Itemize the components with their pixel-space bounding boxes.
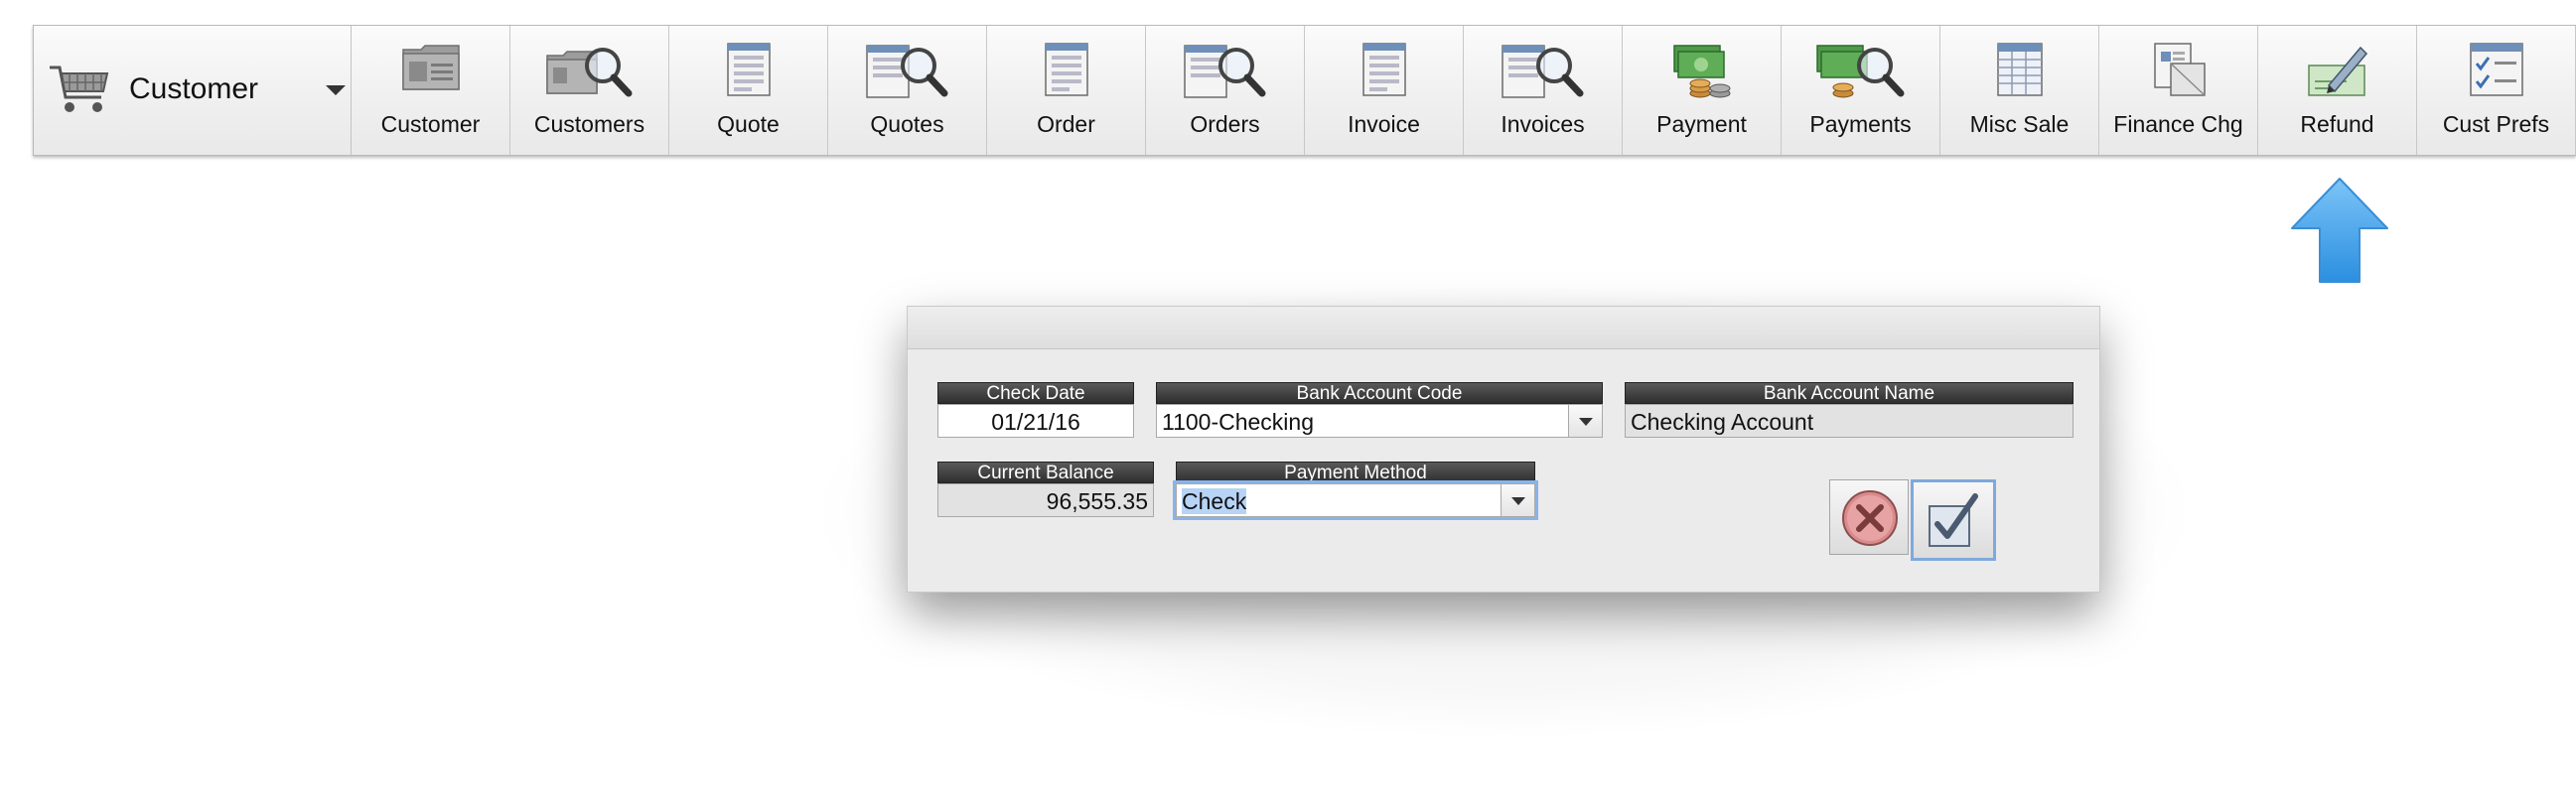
cancel-button[interactable] [1829, 479, 1909, 555]
chevron-down-icon [326, 85, 346, 95]
quote-document-icon [726, 42, 772, 102]
tool-refund[interactable]: Refund [2258, 26, 2417, 155]
tool-customers[interactable]: Customers [510, 26, 669, 155]
orders-search-icon [1183, 42, 1268, 106]
payment-money-icon [1670, 42, 1734, 106]
current-balance-label: Current Balance [937, 462, 1154, 483]
bank-account-code-field: Bank Account Code 1100-Checking [1156, 382, 1603, 438]
quotes-search-icon [865, 42, 950, 106]
tool-label: Misc Sale [1969, 111, 2070, 137]
refund-dialog: Check Date 01/21/16 Bank Account Code 11… [907, 306, 2100, 593]
customer-card-icon [401, 42, 461, 98]
tool-invoice[interactable]: Invoice [1305, 26, 1464, 155]
tool-orders[interactable]: Orders [1146, 26, 1305, 155]
cancel-x-icon [1840, 488, 1900, 553]
tool-label: Quotes [870, 111, 944, 137]
payment-method-select[interactable]: Check [1173, 480, 1538, 520]
tool-customer[interactable]: Customer [352, 26, 510, 155]
customer-prefs-icon [2469, 42, 2524, 102]
tool-label: Payments [1809, 111, 1912, 137]
bank-account-name-label: Bank Account Name [1625, 382, 2074, 404]
bank-account-code-value: 1100-Checking [1162, 409, 1315, 435]
ok-checkmark-icon [1928, 492, 1981, 555]
customers-search-icon [545, 42, 635, 106]
bank-account-name-value: Checking Account [1625, 404, 2074, 438]
payment-method-field: Payment Method Check [1173, 462, 1538, 520]
invoice-document-icon [1361, 42, 1407, 102]
current-balance-value: 96,555.35 [937, 483, 1154, 517]
tool-finance-chg[interactable]: Finance Chg [2099, 26, 2258, 155]
payment-method-label: Payment Method [1176, 462, 1535, 483]
chevron-down-icon[interactable] [1568, 405, 1602, 437]
shopping-cart-icon [48, 62, 111, 122]
bank-account-code-label: Bank Account Code [1156, 382, 1603, 404]
tool-label: Cust Prefs [2442, 111, 2550, 137]
chevron-down-icon[interactable] [1501, 484, 1534, 516]
tool-label: Customers [533, 111, 645, 137]
tool-label: Invoice [1348, 111, 1420, 137]
bank-account-name-field: Bank Account Name Checking Account [1625, 382, 2074, 438]
tool-quote[interactable]: Quote [669, 26, 828, 155]
tool-invoices[interactable]: Invoices [1464, 26, 1623, 155]
module-selector[interactable]: Customer [34, 26, 352, 155]
tool-label: Finance Chg [2113, 111, 2243, 137]
payment-method-value: Check [1182, 488, 1247, 514]
tool-label: Refund [2300, 111, 2374, 137]
dialog-titlebar [908, 307, 2099, 349]
current-balance-field: Current Balance 96,555.35 [937, 462, 1154, 517]
ok-button[interactable] [1911, 479, 1996, 561]
tool-cust-prefs[interactable]: Cust Prefs [2417, 26, 2576, 155]
invoices-search-icon [1501, 42, 1586, 106]
tool-order[interactable]: Order [987, 26, 1146, 155]
misc-sale-icon [1996, 42, 2044, 102]
tool-label: Quote [717, 111, 780, 137]
tool-payment[interactable]: Payment [1623, 26, 1782, 155]
tool-payments[interactable]: Payments [1782, 26, 1940, 155]
payments-search-icon [1813, 42, 1909, 106]
check-date-label: Check Date [937, 382, 1134, 404]
order-document-icon [1044, 42, 1089, 102]
tool-label: Order [1037, 111, 1095, 137]
bank-account-code-select[interactable]: 1100-Checking [1156, 404, 1603, 438]
finance-charge-icon [2149, 42, 2209, 104]
check-date-input[interactable]: 01/21/16 [937, 404, 1134, 438]
check-date-field: Check Date 01/21/16 [937, 382, 1134, 438]
refund-check-icon [2307, 42, 2368, 104]
tool-label: Payment [1656, 111, 1747, 137]
module-label: Customer [129, 72, 259, 105]
tool-label: Orders [1190, 111, 1260, 137]
tool-quotes[interactable]: Quotes [828, 26, 987, 155]
tool-label: Customer [380, 111, 481, 137]
customer-toolbar: Customer Customer Customers Quote Quotes… [33, 25, 2576, 156]
blue-up-arrow-icon [2288, 175, 2391, 291]
tool-label: Invoices [1501, 111, 1585, 137]
tool-misc-sale[interactable]: Misc Sale [1940, 26, 2099, 155]
